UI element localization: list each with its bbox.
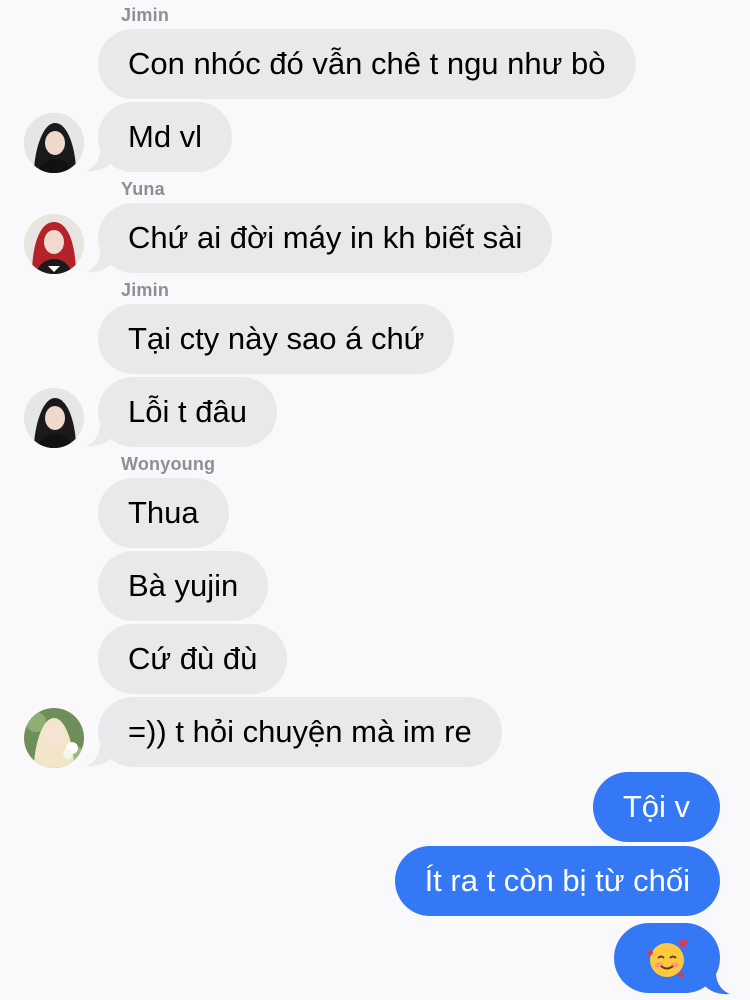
bubble-tail-icon <box>86 425 112 447</box>
sender-name: Wonyoung <box>121 454 216 474</box>
incoming-message-bubble[interactable]: Tại cty này sao á chứ <box>98 304 455 374</box>
avatar-jimin-icon <box>24 113 84 173</box>
outgoing-message-bubble[interactable]: Ít ra t còn bị từ chối <box>394 846 720 916</box>
incoming-message-bubble[interactable]: Cứ đù đù <box>98 624 288 694</box>
incoming-message-bubble[interactable]: Bà yujin <box>98 551 269 621</box>
bubble-tail-icon <box>86 745 112 767</box>
sender-name: Jimin <box>121 5 170 25</box>
bubble-tail-icon <box>86 150 112 172</box>
avatar[interactable] <box>24 214 84 274</box>
outgoing-message-bubble[interactable]: Tội v <box>592 772 720 842</box>
incoming-message-bubble[interactable]: Lỗi t đâu <box>98 377 277 447</box>
avatar-jimin-icon <box>24 388 84 448</box>
sender-name: Jimin <box>121 280 170 300</box>
avatar[interactable] <box>24 388 84 448</box>
avatar-wonyoung-icon <box>24 708 84 768</box>
incoming-message-bubble[interactable]: =)) t hỏi chuyện mà im re <box>98 697 502 767</box>
avatar[interactable] <box>24 708 84 768</box>
message-thread: Jimin Con nhóc đó vẫn chê t ngu như bò M… <box>0 0 750 1000</box>
incoming-message-bubble[interactable]: Md vl <box>98 102 233 172</box>
bubble-tail-icon <box>86 251 112 273</box>
incoming-message-bubble[interactable]: Chứ ai đời máy in kh biết sài <box>98 203 553 273</box>
bubble-tail-icon <box>704 973 730 995</box>
sender-name: Yuna <box>121 179 165 199</box>
incoming-message-bubble[interactable]: Thua <box>98 478 229 548</box>
smiling-face-with-hearts-icon <box>647 939 687 978</box>
avatar-yuna-icon <box>24 214 84 274</box>
incoming-message-bubble[interactable]: Con nhóc đó vẫn chê t ngu như bò <box>98 29 636 99</box>
avatar[interactable] <box>24 113 84 173</box>
